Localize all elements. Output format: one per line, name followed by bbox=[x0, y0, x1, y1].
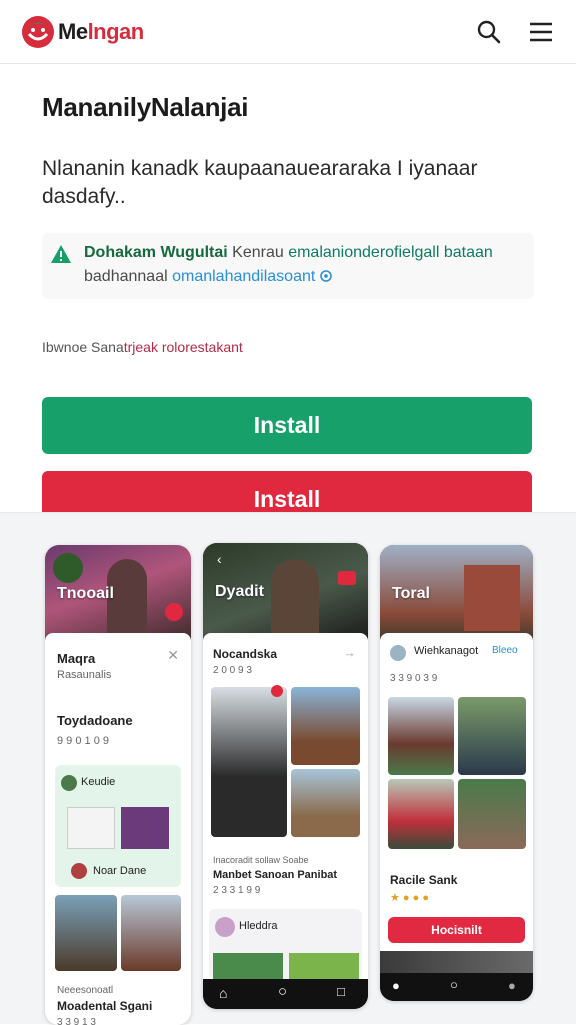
reaction-icons: ★ ● ● ● bbox=[390, 892, 429, 904]
badge-red bbox=[271, 685, 283, 697]
footer-thumb-2 bbox=[289, 953, 359, 979]
search-icon[interactable] bbox=[476, 19, 502, 45]
photo-house-2 bbox=[291, 769, 360, 837]
avatar bbox=[390, 645, 406, 661]
nav-square-icon[interactable]: □ bbox=[337, 984, 345, 999]
brand-name-dark: Me bbox=[58, 18, 88, 44]
avatar bbox=[61, 775, 77, 791]
photo-left bbox=[55, 895, 117, 971]
feature-image-1 bbox=[67, 807, 115, 849]
brand-name-red: lngan bbox=[87, 18, 145, 44]
card-action-button[interactable]: Hocisnilt bbox=[388, 917, 525, 943]
nav-bar: ⌂ ○ □ bbox=[203, 979, 368, 1009]
footer-title: Moadental Sgani bbox=[57, 999, 153, 1013]
gallery-screenshot-3[interactable]: Toral Wiehkanagot Bleeo 3 3 9 0 3 9 Raci… bbox=[380, 545, 533, 1001]
caption-title: Manbet Sanoan Panibat bbox=[213, 869, 338, 881]
photo-2 bbox=[458, 697, 526, 775]
feature-card: Keudie Noar Dane bbox=[55, 765, 181, 887]
footer-card: Hleddra bbox=[209, 909, 362, 979]
nav-circle-icon[interactable]: ○ bbox=[278, 983, 287, 1000]
brand-logo-icon bbox=[22, 15, 54, 48]
notice-text: Dohakam Wugultai Kenrau emalanionderofie… bbox=[84, 241, 524, 289]
arrow-icon[interactable]: → bbox=[343, 645, 356, 660]
nav-home-icon[interactable]: ○ bbox=[450, 977, 458, 992]
section-rating: 9 9 0 1 0 9 bbox=[57, 735, 109, 747]
bottom-photo bbox=[380, 951, 533, 973]
screen-header: Maqra bbox=[57, 651, 96, 666]
notice-text-1: Kenrau bbox=[227, 244, 289, 261]
nav-back-icon[interactable]: ● bbox=[392, 978, 400, 993]
hero-label: Dyadit bbox=[215, 583, 264, 600]
caption-rating: 2 3 3 1 9 9 bbox=[213, 885, 261, 896]
warning-triangle-icon bbox=[51, 245, 71, 263]
palm-tree bbox=[53, 553, 83, 583]
screen-header: Nocandska bbox=[213, 647, 278, 661]
feature-card-title: Keudie bbox=[81, 776, 116, 788]
install-primary-button[interactable]: Install bbox=[42, 397, 532, 454]
app-description: Nlananin kanadk kaupaanaueararaka I iyan… bbox=[42, 157, 478, 208]
footer-small: Neeesonoatl bbox=[57, 985, 114, 996]
hero-label: Toral bbox=[392, 585, 430, 602]
brand-name: Melngan bbox=[58, 19, 144, 45]
menu-icon[interactable] bbox=[528, 19, 554, 45]
screenshot-gallery[interactable]: Tnooail Maqra Rasaunalis ✕ Toydadoane 9 … bbox=[0, 512, 576, 1025]
gallery-screenshot-2[interactable]: Dyadit ‹ Nocandska → 2 0 0 9 3 Inacoradi… bbox=[203, 543, 368, 1009]
card-action-label: Hocisnilt bbox=[431, 923, 482, 937]
house-shape bbox=[464, 565, 520, 631]
photo-3 bbox=[388, 779, 454, 849]
screen-card: Nocandska → 2 0 0 9 3 Inacoradit sollaw … bbox=[203, 633, 368, 979]
screen-rating: 2 0 0 9 3 bbox=[213, 665, 252, 676]
hero-badge bbox=[165, 603, 183, 621]
meta-accent: trjeak rolorestakant bbox=[123, 339, 243, 355]
link-icon[interactable] bbox=[319, 270, 332, 282]
avatar bbox=[215, 917, 235, 937]
app-details: MananilyNalanjai Nlananin kanadk kaupaan… bbox=[0, 64, 576, 528]
photo-4 bbox=[458, 779, 526, 849]
screen-card: Maqra Rasaunalis ✕ Toydadoane 9 9 0 1 0 … bbox=[45, 633, 191, 1025]
card-title: Racile Sank bbox=[390, 873, 458, 887]
avatar-small bbox=[71, 863, 87, 879]
app-meta: Ibwnoe Sanatrjeak rolorestakant bbox=[42, 339, 534, 355]
nav-home-icon[interactable]: ⌂ bbox=[219, 985, 227, 1001]
screen-subheader: Rasaunalis bbox=[57, 669, 112, 681]
gallery-screenshot-1[interactable]: Tnooail Maqra Rasaunalis ✕ Toydadoane 9 … bbox=[45, 545, 191, 1025]
notice-link[interactable]: omanlahandilasoant bbox=[172, 268, 315, 285]
photo-portrait bbox=[211, 687, 287, 837]
hero-image: Toral bbox=[380, 545, 533, 643]
section-title: Toydadoane bbox=[57, 713, 133, 728]
hero-image: Dyadit ‹ bbox=[203, 543, 368, 641]
app-header: Melngan bbox=[0, 0, 576, 64]
notice-teal: emalanionderofielgall bataan bbox=[288, 244, 493, 261]
feature-card-user: Noar Dane bbox=[93, 865, 147, 877]
meta-plain: Ibwnoe Sana bbox=[42, 339, 124, 355]
caption-small: Inacoradit sollaw Soabe bbox=[213, 855, 309, 865]
photo-house-1 bbox=[291, 687, 360, 765]
nav-recent-icon[interactable]: ● bbox=[508, 978, 516, 993]
photo-1 bbox=[388, 697, 454, 775]
hero-image: Tnooail bbox=[45, 545, 191, 643]
feature-image-2 bbox=[121, 807, 169, 849]
notice-box: Dohakam Wugultai Kenrau emalanionderofie… bbox=[42, 233, 534, 299]
brand[interactable]: Melngan bbox=[20, 14, 144, 50]
hero-label: Tnooail bbox=[57, 585, 114, 602]
notice-text-2: badhannaal bbox=[84, 268, 173, 285]
footer-thumb-1 bbox=[213, 953, 283, 979]
screen-card: Wiehkanagot Bleeo 3 3 9 0 3 9 Racile San… bbox=[380, 633, 533, 973]
hero-badge bbox=[338, 571, 356, 585]
screen-rating: 3 3 9 0 3 9 bbox=[390, 673, 438, 684]
notice-bold: Dohakam Wugultai bbox=[84, 244, 228, 261]
photo-right bbox=[121, 895, 181, 971]
screen-header: Wiehkanagot bbox=[414, 645, 479, 657]
app-title: MananilyNalanjai bbox=[42, 92, 249, 122]
back-icon[interactable]: ‹ bbox=[217, 551, 222, 567]
footer-item: Hleddra bbox=[239, 920, 278, 932]
close-icon[interactable]: ✕ bbox=[167, 647, 179, 664]
header-link[interactable]: Bleeo bbox=[492, 645, 518, 656]
nav-bar: ● ○ ● bbox=[380, 973, 533, 1001]
person-silhouette bbox=[271, 559, 319, 641]
